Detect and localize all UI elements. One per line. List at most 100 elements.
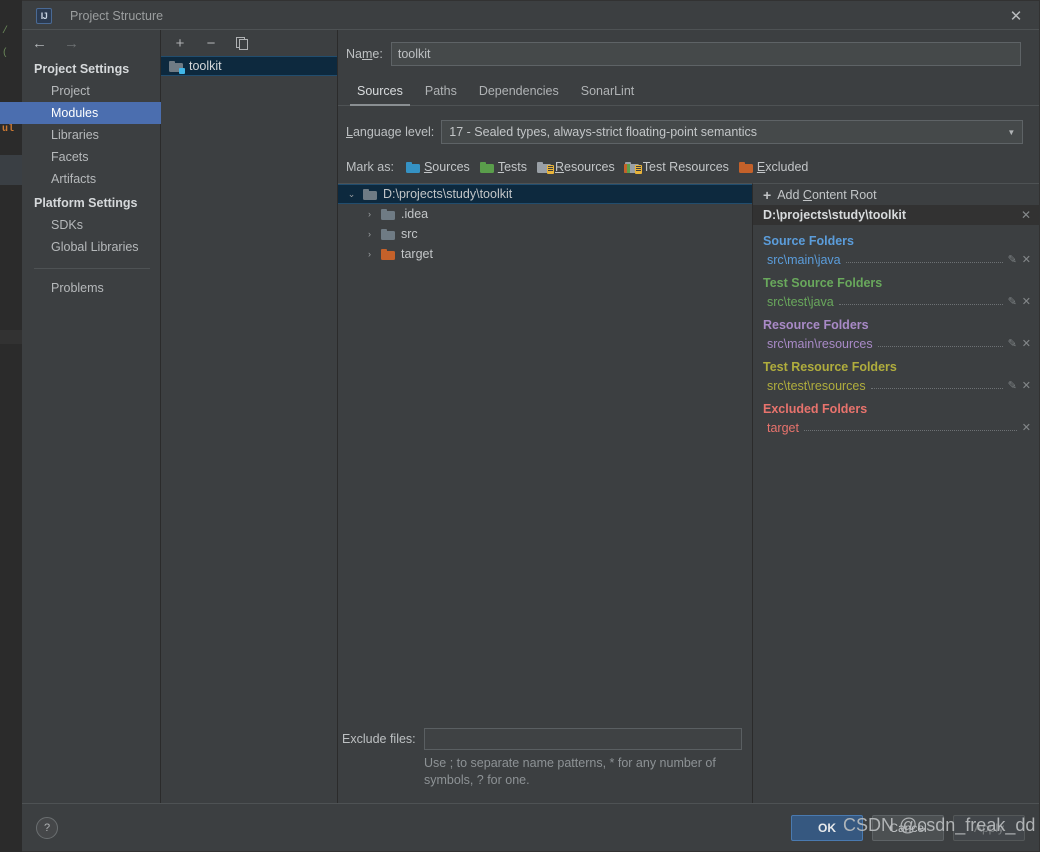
dotted-leader xyxy=(877,346,1003,347)
footer-button-group: OK Cancel Apply xyxy=(791,814,1025,841)
remove-folder-icon[interactable]: ✕ xyxy=(1022,253,1031,267)
window-title: Project Structure xyxy=(70,8,164,23)
exclude-files-label: Exclude files: xyxy=(342,732,416,746)
tree-row[interactable]: › src xyxy=(338,224,752,244)
content-roots-pane: + Add Content Root D:\projects\study\too… xyxy=(753,183,1039,803)
remove-folder-icon[interactable]: ✕ xyxy=(1022,421,1031,435)
mark-as-resources-button[interactable]: Resources xyxy=(537,160,615,174)
content-tree-pane: ⌄ D:\projects\study\toolkit › .idea › sr… xyxy=(338,183,753,803)
tree-row-label: D:\projects\study\toolkit xyxy=(383,187,513,201)
intellij-idea-icon: IJ xyxy=(36,7,52,24)
sidebar-item-sdks[interactable]: SDKs xyxy=(22,214,160,236)
folder-icon xyxy=(381,228,395,240)
plus-icon: + xyxy=(763,186,772,203)
sidebar-item-facets[interactable]: Facets xyxy=(22,146,160,168)
remove-folder-icon[interactable]: ✕ xyxy=(1022,295,1031,309)
remove-module-icon[interactable]: − xyxy=(201,33,221,53)
editor-code-line-2: ( xyxy=(2,48,9,59)
sidebar-item-problems[interactable]: Problems xyxy=(22,277,160,299)
back-arrow-icon[interactable]: ← xyxy=(32,36,47,51)
sidebar-item-global-libraries[interactable]: Global Libraries xyxy=(22,236,160,258)
sidebar-item-modules[interactable]: Modules xyxy=(0,102,161,124)
dialog-body: ← → Project Settings Project Modules Lib… xyxy=(0,30,1039,803)
folder-excluded-icon xyxy=(738,161,753,173)
edit-pencil-icon[interactable]: ✎ xyxy=(1008,337,1017,351)
tab-dependencies[interactable]: Dependencies xyxy=(468,82,570,105)
category-excluded-folders: Excluded Folders target ✕ xyxy=(753,402,1039,435)
module-name-input[interactable] xyxy=(390,42,1021,66)
help-icon[interactable]: ? xyxy=(36,816,58,839)
twisty-expanded-icon[interactable]: ⌄ xyxy=(346,189,357,200)
detail-tabs: Sources Paths Dependencies SonarLint xyxy=(338,66,1039,106)
twisty-collapsed-icon[interactable]: › xyxy=(364,229,375,239)
mark-as-sources-button[interactable]: Sources xyxy=(405,160,470,174)
folder-icon xyxy=(363,188,377,200)
dotted-leader xyxy=(838,304,1003,305)
folder-tests-icon xyxy=(479,161,494,173)
folder-entry-row[interactable]: target ✕ xyxy=(753,416,1039,435)
tab-paths[interactable]: Paths xyxy=(414,82,468,105)
exclude-files-input[interactable] xyxy=(423,728,742,750)
folder-entry-path: src\test\resources xyxy=(767,379,866,393)
forward-arrow-icon[interactable]: → xyxy=(64,36,79,51)
category-source-folders: Source Folders src\main\java ✎ ✕ xyxy=(753,234,1039,267)
category-test-source-folders: Test Source Folders src\test\java ✎ ✕ xyxy=(753,276,1039,309)
tree-row-label: .idea xyxy=(401,207,429,221)
sidebar-item-libraries[interactable]: Libraries xyxy=(22,124,160,146)
module-detail-panel: Name: Sources Paths Dependencies SonarLi… xyxy=(338,30,1039,803)
folder-entry-row[interactable]: src\test\java ✎ ✕ xyxy=(753,290,1039,309)
list-item[interactable]: toolkit xyxy=(161,56,337,76)
editor-dim-strip xyxy=(0,330,22,344)
tree-row[interactable]: ⌄ D:\projects\study\toolkit xyxy=(338,184,752,204)
mark-as-tests-button[interactable]: Tests xyxy=(479,160,527,174)
copy-module-icon[interactable] xyxy=(232,33,252,53)
tab-sonarlint[interactable]: SonarLint xyxy=(570,82,646,105)
edit-pencil-icon[interactable]: ✎ xyxy=(1008,253,1017,267)
folder-entry-row[interactable]: src\main\java ✎ ✕ xyxy=(753,248,1039,267)
sidebar-item-project[interactable]: Project xyxy=(22,80,160,102)
add-content-root-button[interactable]: + Add Content Root xyxy=(753,184,1039,205)
folder-entry-path: src\test\java xyxy=(767,295,834,309)
edit-pencil-icon[interactable]: ✎ xyxy=(1008,379,1017,393)
editor-behind-sliver: / ( ul xyxy=(0,0,22,852)
remove-folder-icon[interactable]: ✕ xyxy=(1022,337,1031,351)
folder-entry-path: target xyxy=(767,421,799,435)
close-icon[interactable]: ✕ xyxy=(993,1,1039,30)
category-title: Test Source Folders xyxy=(763,276,883,290)
tree-row-label: src xyxy=(401,227,418,241)
edit-pencil-icon[interactable]: ✎ xyxy=(1008,295,1017,309)
mark-as-excluded-button[interactable]: Excluded xyxy=(738,160,808,174)
folder-excluded-icon xyxy=(381,248,395,260)
mark-as-test-resources-button[interactable]: Test Resources xyxy=(623,160,729,174)
tab-sources[interactable]: Sources xyxy=(346,82,414,106)
folder-resources-icon xyxy=(537,161,554,174)
twisty-collapsed-icon[interactable]: › xyxy=(364,249,375,259)
ok-button[interactable]: OK xyxy=(791,814,863,841)
folder-entry-row[interactable]: src\main\resources ✎ ✕ xyxy=(753,332,1039,351)
cancel-button[interactable]: Cancel xyxy=(872,814,944,841)
exclude-files-block: Exclude files: Use ; to separate name pa… xyxy=(338,728,752,803)
name-label: Name: xyxy=(346,47,383,61)
nav-divider xyxy=(34,268,150,269)
mark-as-label: Mark as: xyxy=(346,160,394,174)
category-title: Test Resource Folders xyxy=(763,360,897,374)
twisty-collapsed-icon[interactable]: › xyxy=(364,209,375,219)
folder-entry-row[interactable]: src\test\resources ✎ ✕ xyxy=(753,374,1039,393)
add-module-icon[interactable]: + xyxy=(170,33,190,53)
sidebar-item-artifacts[interactable]: Artifacts xyxy=(22,168,160,190)
tree-row[interactable]: › .idea xyxy=(338,204,752,224)
category-test-resource-folders: Test Resource Folders src\test\resources… xyxy=(753,360,1039,393)
remove-content-root-icon[interactable]: ✕ xyxy=(1021,208,1031,222)
content-root-header: D:\projects\study\toolkit ✕ xyxy=(753,205,1039,225)
content-tree: ⌄ D:\projects\study\toolkit › .idea › sr… xyxy=(338,184,752,728)
exclude-files-row: Exclude files: xyxy=(338,728,742,750)
tree-row-label: target xyxy=(401,247,433,261)
settings-nav: ← → Project Settings Project Modules Lib… xyxy=(0,30,161,803)
modules-toolbar: + − xyxy=(161,30,337,56)
category-resource-folders: Resource Folders src\main\resources ✎ ✕ xyxy=(753,318,1039,351)
language-level-label: Language level: xyxy=(346,125,435,139)
tree-row[interactable]: › target xyxy=(338,244,752,264)
language-level-select[interactable]: 17 - Sealed types, always-strict floatin… xyxy=(441,120,1024,144)
modules-panel: + − toolkit xyxy=(161,30,338,803)
remove-folder-icon[interactable]: ✕ xyxy=(1022,379,1031,393)
